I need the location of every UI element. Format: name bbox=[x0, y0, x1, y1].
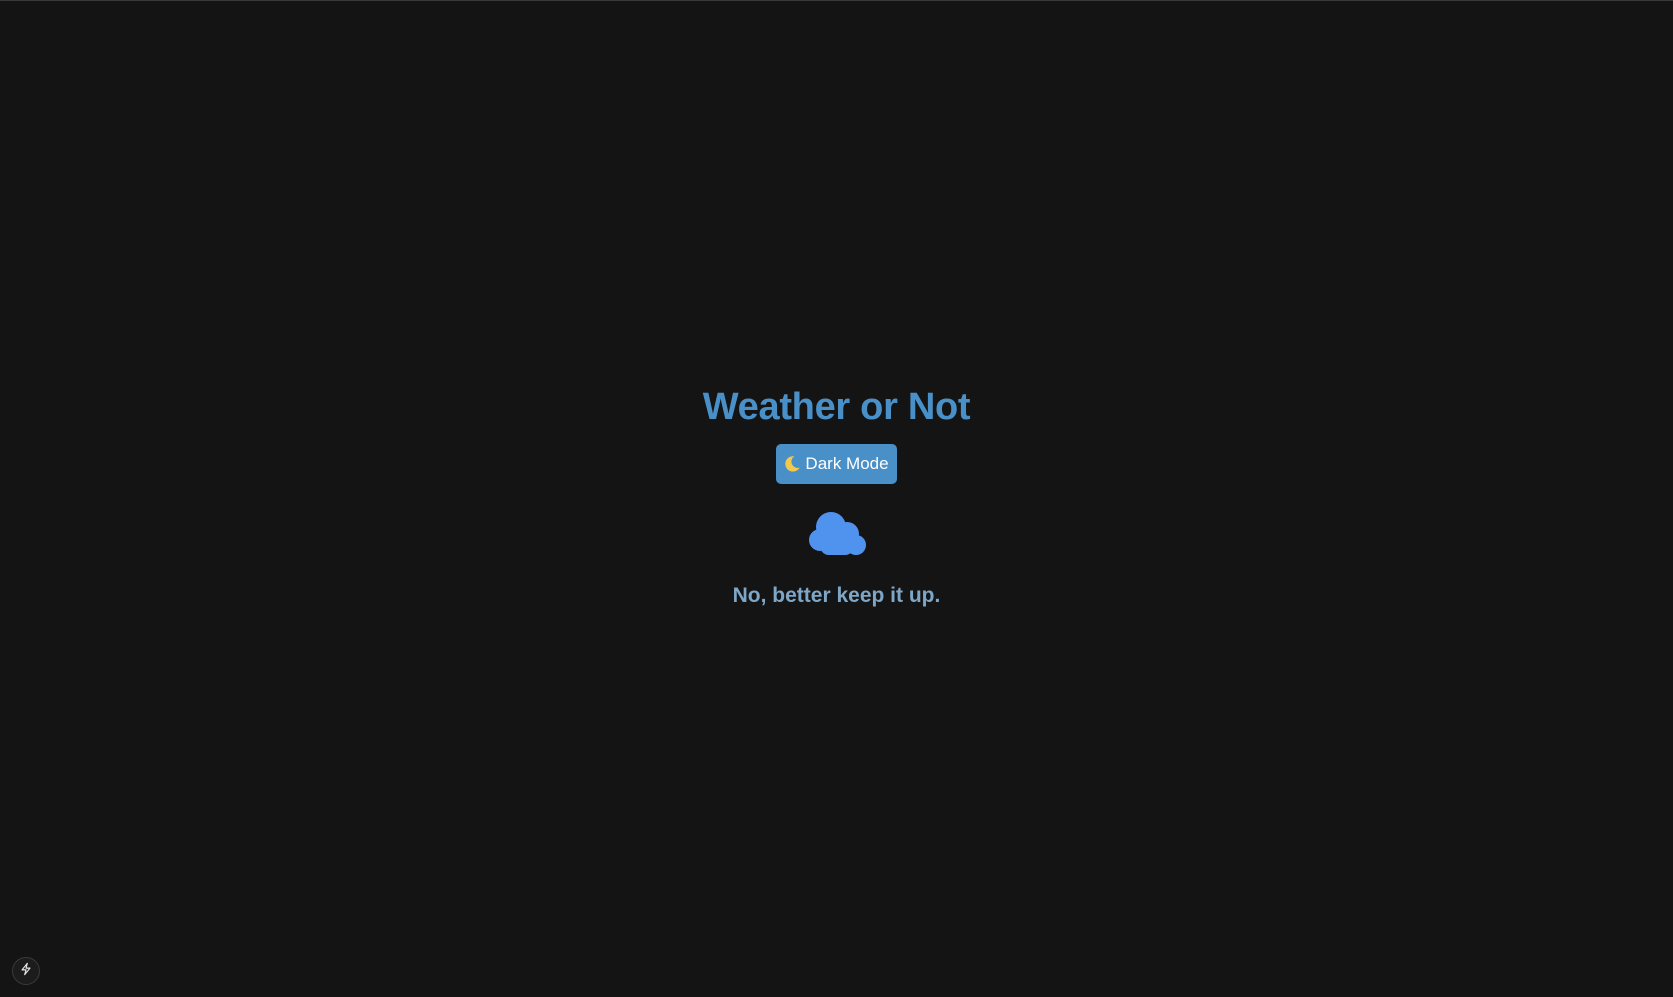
app-title: Weather or Not bbox=[702, 386, 971, 428]
lightning-bolt-button[interactable] bbox=[12, 957, 40, 985]
page: Weather or Not Dark Mode No, better keep… bbox=[0, 0, 1673, 997]
dark-mode-toggle-button[interactable]: Dark Mode bbox=[776, 444, 897, 484]
dark-mode-label: Dark Mode bbox=[805, 454, 889, 473]
main-content: Weather or Not Dark Mode No, better keep… bbox=[0, 379, 1673, 608]
lightning-bolt-icon bbox=[19, 962, 33, 981]
cloud-icon bbox=[808, 510, 866, 556]
weather-answer-text: No, better keep it up. bbox=[732, 584, 941, 607]
moon-icon bbox=[783, 455, 801, 473]
